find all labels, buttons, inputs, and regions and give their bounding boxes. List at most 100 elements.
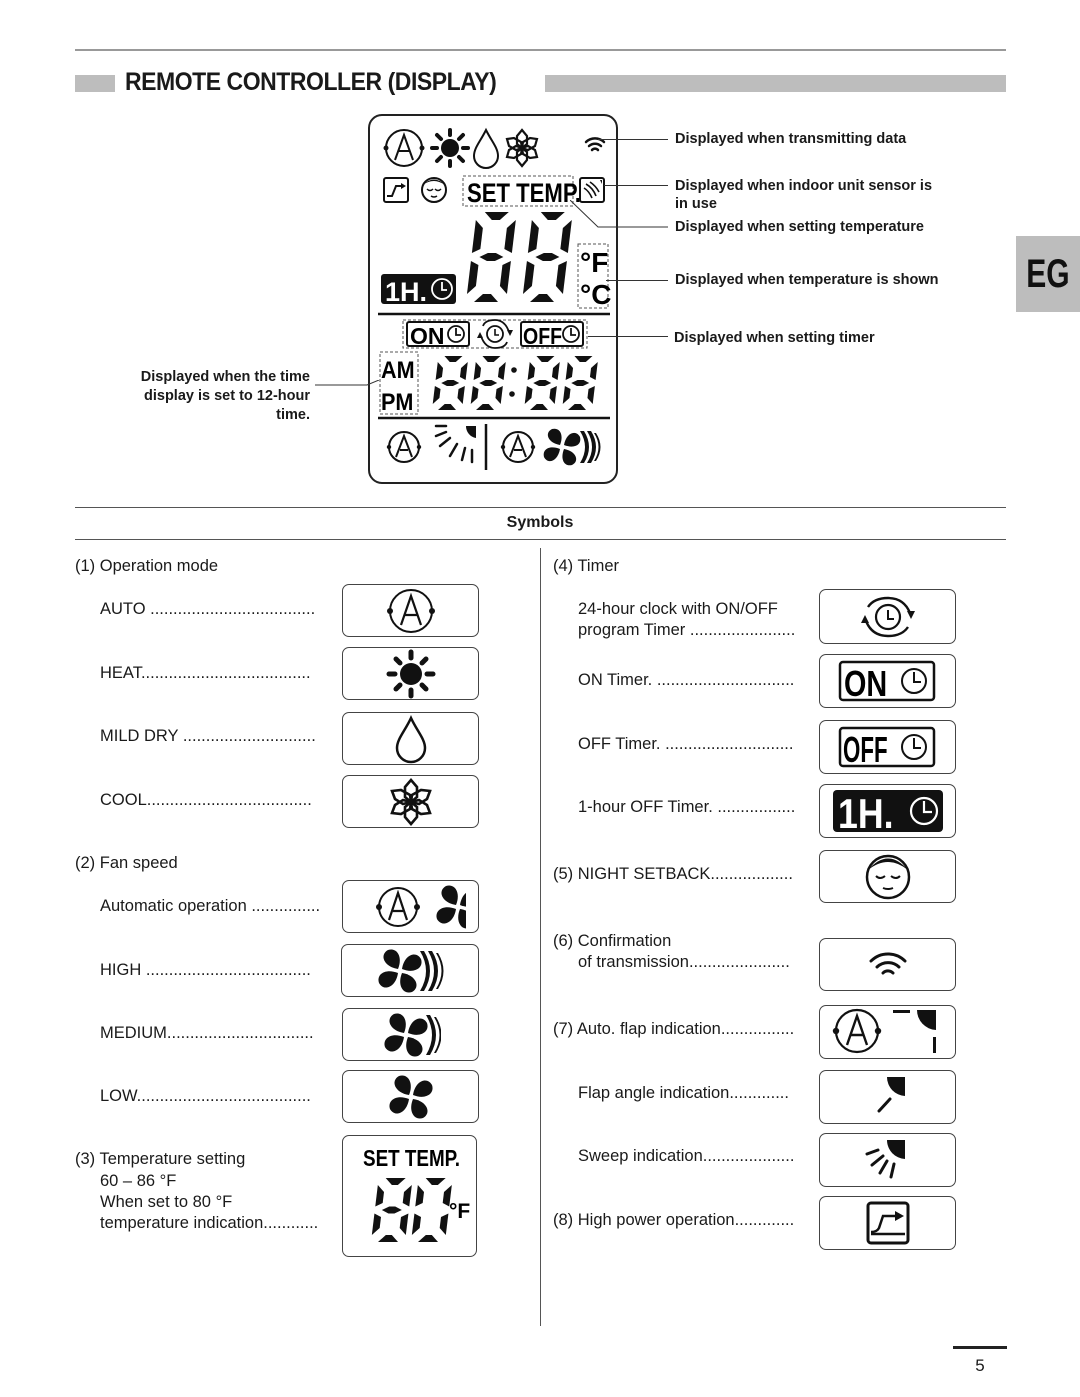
one-hour-timer-icon: 1H. (381, 274, 456, 307)
digit-segment (441, 380, 460, 386)
flap-angle-symbol-box (819, 1070, 956, 1124)
language-tab-label: EG (1026, 251, 1070, 296)
temperature-heading: (3) Temperature setting (75, 1150, 246, 1168)
lcd-graphics: SET TEMP. °F °C 1H. ON OFF AM PM (378, 127, 611, 470)
callout-sensor-line1: Displayed when indoor unit sensor is (675, 178, 933, 194)
high-power-icon (383, 177, 409, 203)
callout-time12-line3: time. (276, 407, 310, 423)
symbols-rule-bottom (75, 539, 1006, 540)
heat-symbol-box (342, 647, 479, 700)
auto-fan-icon (375, 884, 466, 929)
digit-segment (479, 380, 498, 386)
high-power-label: (8) High power operation............. (553, 1211, 795, 1229)
digit-segment (375, 1185, 384, 1207)
leader-setting-timer (588, 336, 668, 337)
on-timer-icon: ON (838, 660, 935, 703)
flap-angle-icon (877, 1077, 905, 1113)
digit-segment (551, 362, 560, 380)
on-timer-symbol-box: ON (819, 654, 956, 708)
digit-segment (536, 356, 555, 362)
temperature-symbol-box: SET TEMP. °F (342, 1135, 477, 1257)
snowflake-icon (505, 128, 539, 168)
digit-segment (574, 356, 593, 362)
clock-colon-bottom (509, 391, 515, 397)
leader-sensor (604, 185, 668, 186)
digit-segment (549, 386, 557, 404)
fan-medium-label: MEDIUM................................ (100, 1024, 314, 1042)
fan-speed-heading: (2) Fan speed (75, 854, 178, 872)
digit-segment (471, 220, 483, 253)
digit-segment (555, 261, 567, 294)
operation-mode-heading: (1) Operation mode (75, 557, 219, 575)
fan-low-label: LOW.....................................… (100, 1087, 311, 1105)
digit-segment (435, 362, 444, 380)
digit-segment (533, 380, 552, 386)
snowflake-icon (389, 777, 432, 826)
sweep-icon (434, 424, 476, 464)
transmission-label-line1: (6) Confirmation (553, 932, 672, 950)
digit-segment (527, 220, 539, 253)
digit-segment (438, 404, 456, 410)
on-label: ON (410, 323, 445, 349)
digit-segment (495, 386, 503, 404)
callout-transmitting: Displayed when transmitting data (675, 131, 907, 147)
celsius-label: °C (580, 279, 611, 310)
fan-high-label: HIGH ...................................… (100, 961, 311, 979)
digit-segment (411, 1213, 421, 1235)
flap-angle-label: Flap angle indication............. (578, 1084, 789, 1102)
on-timer-label: ON Timer. .............................. (578, 671, 795, 689)
cool-symbol-box (342, 775, 479, 828)
one-hour-badge-text: 1H. (838, 791, 894, 834)
signal-icon (584, 137, 606, 152)
digit-segment (378, 1235, 398, 1242)
digit-segment (562, 386, 571, 404)
digit-segment (473, 362, 482, 380)
digit-segment (497, 362, 506, 380)
digit-segment (540, 212, 565, 220)
digit-segment (415, 1185, 424, 1207)
clock-digits (432, 356, 598, 410)
digit-segment (425, 1178, 446, 1185)
unit-label: °F (449, 1200, 470, 1223)
leader-temp-shown (606, 280, 668, 281)
program-timer-icon (477, 319, 513, 349)
sweep-icon (865, 1140, 905, 1179)
on-timer-icon: ON (406, 321, 470, 349)
callout-temp-shown: Displayed when temperature is shown (675, 272, 939, 288)
mild-dry-label: MILD DRY ............................. (100, 727, 316, 745)
auto-flap-label: (7) Auto. flap indication...............… (553, 1020, 795, 1038)
on-badge-text: ON (844, 663, 887, 703)
digit-segment (482, 356, 501, 362)
leader-transmitting (598, 139, 668, 140)
temperature-indication-label: temperature indication............ (100, 1214, 319, 1232)
temperature-range: 60 – 86 °F (100, 1172, 177, 1190)
fan-low-icon (388, 1074, 433, 1119)
language-tab: EG (1016, 236, 1080, 312)
digit-segment (530, 294, 554, 302)
fan-medium-icon (383, 1012, 441, 1057)
digit-segment (571, 380, 590, 386)
digit-segment (470, 386, 479, 404)
mild-dry-symbol-box (342, 712, 479, 765)
clock-colon-top (511, 367, 517, 373)
heat-label: HEAT....................................… (100, 664, 311, 682)
transmission-symbol-box (819, 938, 956, 991)
auto-mode-icon (386, 588, 435, 633)
sun-icon (430, 128, 470, 168)
sweep-label: Sweep indication.................... (578, 1147, 795, 1165)
digit-segment (524, 386, 533, 404)
set-temp-label: SET TEMP. (363, 1146, 460, 1171)
header-bar-right (545, 75, 1006, 92)
digit-segment (371, 1213, 381, 1235)
off-badge-text: OFF (843, 731, 888, 769)
sensor-icon (579, 177, 605, 203)
high-power-symbol-box (819, 1196, 956, 1250)
transmission-label-line2: of transmission...................... (578, 953, 790, 971)
fan-high-symbol-box (341, 944, 479, 997)
droplet-icon (395, 714, 426, 763)
temperature-value-digits (371, 1178, 452, 1242)
auto-symbol-box (342, 584, 479, 637)
sun-icon (386, 649, 435, 698)
digit-segment (587, 386, 595, 404)
digit-segment (589, 362, 598, 380)
